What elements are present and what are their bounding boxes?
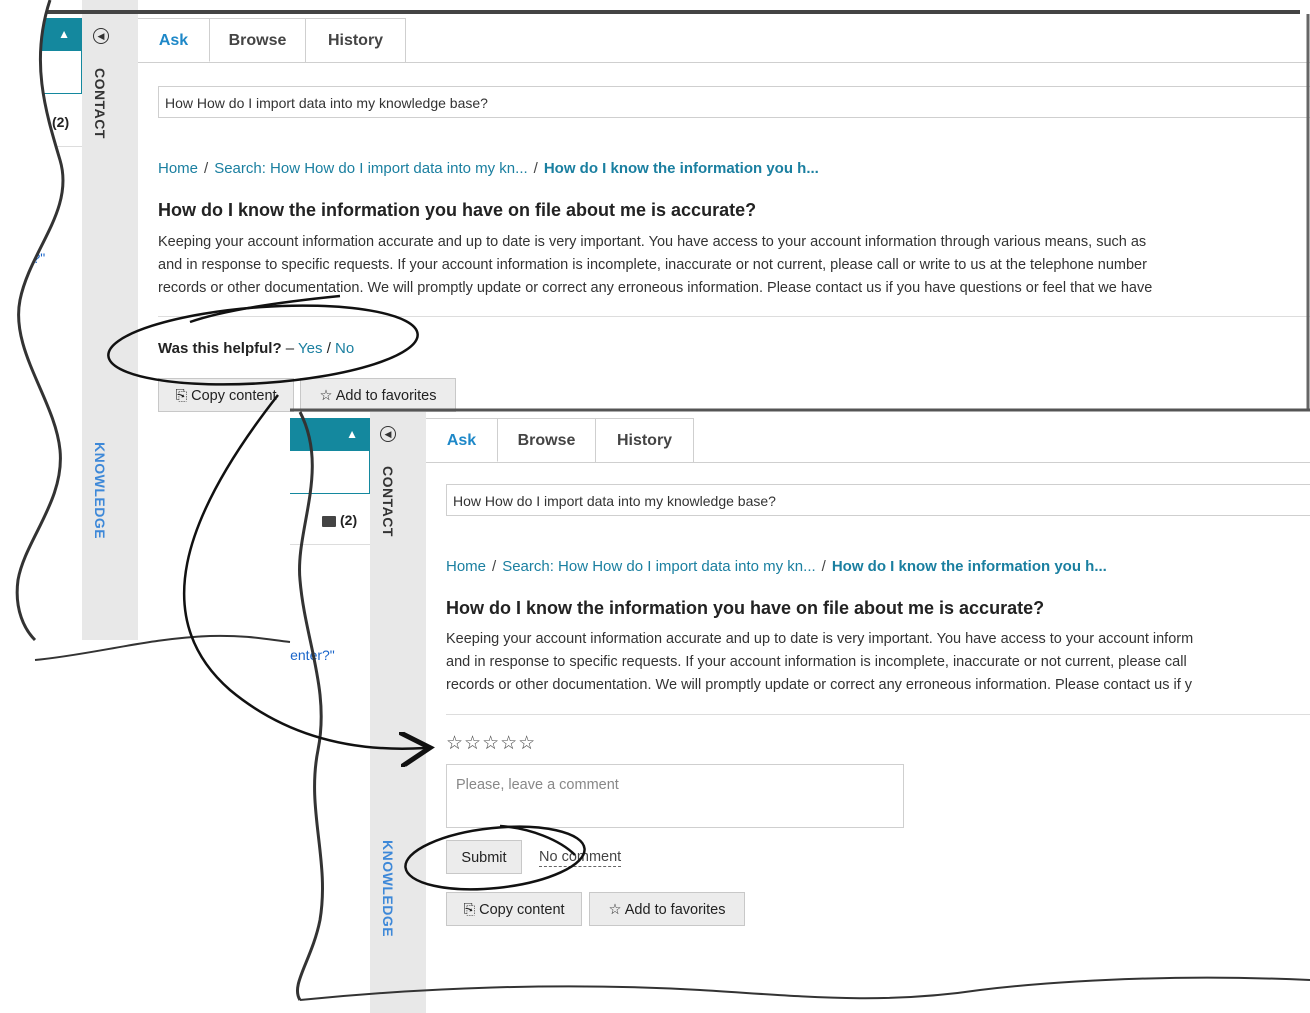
star-icon: ☆ <box>319 388 336 404</box>
add-to-favorites-button[interactable]: ☆ Add to favorites <box>589 892 745 926</box>
breadcrumb-separator: / <box>533 160 538 177</box>
copy-content-button[interactable]: ⎘ Copy content <box>158 378 294 412</box>
add-to-favorites-label: Add to favorites <box>335 388 437 404</box>
tab-history[interactable]: History <box>596 418 694 462</box>
tab-browse[interactable]: Browse <box>498 418 596 462</box>
result-link[interactable]: in <box>290 608 291 624</box>
copy-icon: ⎘ <box>463 902 480 918</box>
no-comment-link[interactable]: No comment <box>539 848 622 867</box>
tab-ask[interactable]: Ask <box>426 418 498 462</box>
side-rail: ◀ CONTACT KNOWLEDGE <box>370 412 426 1013</box>
collapse-circle-icon[interactable]: ◀ <box>380 426 396 442</box>
tab-ask[interactable]: Ask <box>138 18 210 62</box>
article-line: records or other documentation. We will … <box>158 280 1153 296</box>
result-link[interactable]: Center?" <box>290 647 335 663</box>
tab-bar: Ask Browse History <box>426 418 1310 463</box>
knowledge-rail-label[interactable]: KNOWLEDGE <box>92 442 108 539</box>
torn-edge-bottom-1 <box>0 635 290 1013</box>
result-count: (2) <box>52 114 70 130</box>
helpful-no-link[interactable]: No <box>335 340 354 357</box>
results-list <box>0 146 84 640</box>
main-content: Ask Browse History How How do I import d… <box>426 412 1310 1013</box>
submit-button[interactable]: Submit <box>446 840 522 874</box>
tab-bar: Ask Browse History <box>138 18 1310 63</box>
tab-history[interactable]: History <box>306 18 406 62</box>
breadcrumb-current: How do I know the information you h... <box>543 160 819 177</box>
panel-search-input[interactable] <box>0 50 82 94</box>
breadcrumb-separator: / <box>492 558 497 575</box>
result-count: (2) <box>322 512 357 528</box>
copy-content-button[interactable]: ⎘ Copy content <box>446 892 582 926</box>
folder-icon <box>322 515 336 527</box>
helpful-slash: / <box>326 340 331 357</box>
contact-rail-label[interactable]: CONTACT <box>92 68 108 139</box>
article-line: and in response to specific requests. If… <box>446 654 1187 670</box>
search-input[interactable]: How How do I import data into my knowled… <box>446 484 1310 516</box>
helpful-dash: – <box>285 340 295 357</box>
helpful-question: Was this helpful? <box>158 340 282 357</box>
results-list <box>290 544 372 1013</box>
copy-content-label: Copy content <box>191 388 277 404</box>
copy-icon: ⎘ <box>175 388 192 404</box>
breadcrumb: Home / Search: How How do I import data in… <box>158 160 819 177</box>
article-line: and in response to specific requests. If… <box>158 257 1147 273</box>
breadcrumb-search[interactable]: Search: How How do I import data into my… <box>502 558 815 575</box>
result-link[interactable]: er?" <box>20 250 45 266</box>
search-input[interactable]: How How do I import data into my knowled… <box>158 86 1310 118</box>
panel-collapse-tab[interactable]: ▲ <box>290 418 370 450</box>
article-line: Keeping your account information accurat… <box>158 234 1147 250</box>
side-rail: ◀ CONTACT KNOWLEDGE <box>82 0 138 640</box>
left-panel: ▲ (2) er?" <box>0 0 84 640</box>
breadcrumb-search[interactable]: Search: How How do I import data into my… <box>214 160 527 177</box>
tab-browse[interactable]: Browse <box>210 18 306 62</box>
screenshot-after: ▲ (2) in Center?" ◀ CONTACT KNOWLEDGE As… <box>290 412 1310 1013</box>
breadcrumb: Home / Search: How How do I import data in… <box>446 558 1107 575</box>
star-icon: ☆ <box>608 902 625 918</box>
panel-search-input[interactable] <box>290 450 370 494</box>
breadcrumb-current: How do I know the information you h... <box>831 558 1107 575</box>
helpful-yes-link[interactable]: Yes <box>298 340 322 357</box>
knowledge-rail-label[interactable]: KNOWLEDGE <box>380 840 396 937</box>
breadcrumb-home[interactable]: Home <box>158 160 198 177</box>
helpful-prompt: Was this helpful? – Yes / No <box>158 340 354 357</box>
left-panel: ▲ (2) in Center?" <box>290 412 372 1013</box>
breadcrumb-separator: / <box>204 160 209 177</box>
article-title: How do I know the information you have o… <box>158 200 757 220</box>
panel-collapse-tab[interactable]: ▲ <box>0 18 82 50</box>
comment-textarea[interactable]: Please, leave a comment <box>446 764 904 828</box>
contact-rail-label[interactable]: CONTACT <box>380 466 396 537</box>
add-to-favorites-label: Add to favorites <box>624 902 726 918</box>
copy-content-label: Copy content <box>479 902 565 918</box>
article-line: Keeping your account information accurat… <box>446 631 1194 647</box>
breadcrumb-separator: / <box>821 558 826 575</box>
article-line: records or other documentation. We will … <box>446 677 1193 693</box>
section-divider <box>158 316 1310 317</box>
section-divider <box>446 714 1310 715</box>
star-rating[interactable]: ☆☆☆☆☆ <box>446 732 536 755</box>
collapse-circle-icon[interactable]: ◀ <box>93 28 109 44</box>
article-title: How do I know the information you have o… <box>446 598 1045 618</box>
add-to-favorites-button[interactable]: ☆ Add to favorites <box>300 378 456 412</box>
breadcrumb-home[interactable]: Home <box>446 558 486 575</box>
